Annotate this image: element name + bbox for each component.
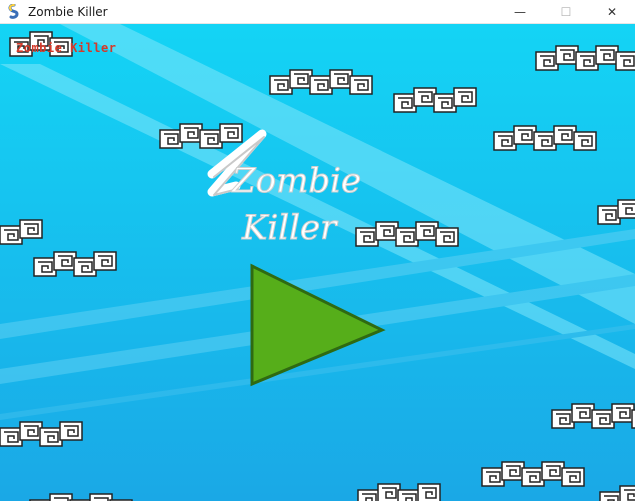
close-icon: ✕ xyxy=(606,4,618,19)
minimize-button[interactable]: — xyxy=(497,0,543,23)
game-scene: Zombie Killer xyxy=(0,24,635,501)
game-canvas[interactable]: Zombie Killer Zombie Killer xyxy=(0,24,635,501)
restore-icon: ☐ xyxy=(560,4,572,19)
game-caption: Zombie Killer xyxy=(16,41,117,55)
minimize-icon: — xyxy=(514,4,526,19)
close-button[interactable]: ✕ xyxy=(589,0,635,23)
snake-icon xyxy=(8,3,19,19)
window-titlebar: Zombie Killer — ☐ ✕ xyxy=(0,0,635,24)
restore-button[interactable]: ☐ xyxy=(543,0,589,23)
logo-line1: Zombie xyxy=(231,161,361,201)
window-title: Zombie Killer xyxy=(28,4,108,19)
window-controls: — ☐ ✕ xyxy=(497,0,635,23)
logo-line2: Killer xyxy=(241,208,338,248)
